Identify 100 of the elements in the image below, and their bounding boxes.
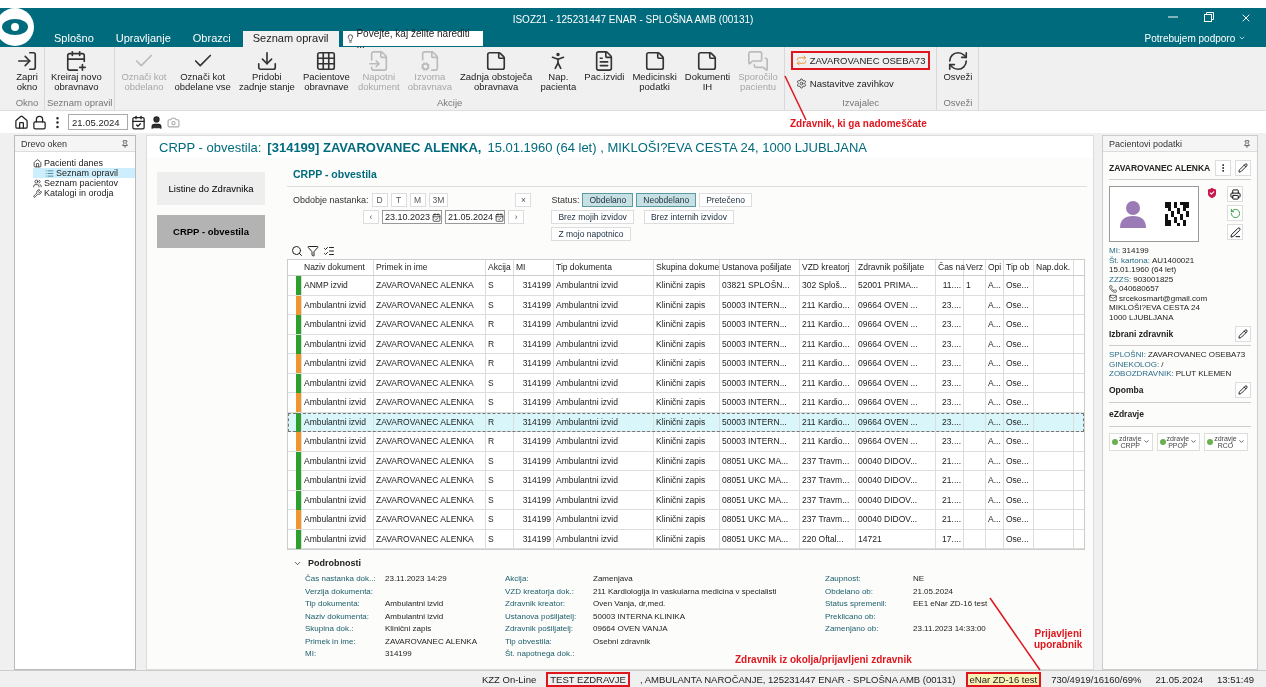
table-row[interactable]: Ambulantni izvid ZAVAROVANEC ALENKA R 314199 Ambulantni izvid Klinični zapis 50003 INTERN... 211 Kardio... 09664 OVEN ... 23.... A... Ose... [288,334,1084,354]
table-cell: S [486,451,514,471]
detail-value: Oven Vanja, dr,med. [593,599,667,610]
ribbon-button[interactable]: Pacientove obravnave [298,47,354,97]
ribbon-button[interactable]: Zadnja obstoječa obravnava [456,47,537,97]
ribbon-button[interactable]: Medicinski podatki [628,47,681,97]
column-header[interactable]: Nap.dok. [1034,260,1074,275]
table-cell: Ambulantni izvid [554,315,654,334]
table-row[interactable]: Ambulantni izvid ZAVAROVANEC ALENKA S 314199 Ambulantni izvid Klinični zapis 50003 INTERN... 211 Kardio... 09664 OVEN ... 23.... A... Ose... [288,373,1084,393]
support-menu[interactable]: Potrebujem podporo [1144,33,1246,44]
column-header[interactable]: Čas na [936,260,964,275]
table-cell: 09664 OVEN ... [856,334,936,354]
annotation-text: Prijavljeni uporabnik [1034,628,1083,650]
table-row[interactable]: Ambulantni izvid ZAVAROVANEC ALENKA S 314199 Ambulantni izvid Klinični zapis 50003 INTERN... 211 Kardio... 09664 OVEN ... 23.... A... Ose... [288,393,1084,413]
nav-button[interactable]: Listine do Zdravnika [157,172,265,205]
table-cell: Klinični zapis [654,529,720,549]
table-row[interactable]: Ambulantni izvid ZAVAROVANEC ALENKA S 314199 Ambulantni izvid Klinični zapis 50003 INTERN... 211 Kardio... 09664 OVEN ... 23.... A... Ose... [288,295,1084,315]
column-header[interactable]: MI [514,260,554,275]
column-header[interactable]: Tip dokumenta [554,260,654,275]
column-header[interactable]: Tip ob [1004,260,1034,275]
table-cell: Ose... [1004,451,1034,471]
table-cell: ZAVAROVANEC ALENKA [374,432,486,451]
table-row[interactable]: Ambulantni izvid ZAVAROVANEC ALENKA R 314199 Ambulantni izvid Klinični zapis 50003 INTERN... 211 Kardio... 09664 OVEN ... 23.... A... Ose... [288,315,1084,335]
table-row[interactable]: Ambulantni izvid ZAVAROVANEC ALENKA S 314199 Ambulantni izvid Klinični zapis 08051 UKC MA... 237 Travm... 00040 DIDOV... 21.... A... Ose... [288,510,1084,530]
table-cell: R [486,354,514,373]
table-cell: R [486,412,514,432]
table-row[interactable]: Ambulantni izvid ZAVAROVANEC ALENKA S 314199 Ambulantni izvid Klinični zapis 08051 UKC MA... 237 Travm... 00040 DIDOV... 21.... A... Ose... [288,471,1084,491]
ribbon-tab[interactable]: Splošno [44,31,104,47]
period-button[interactable]: 3M [428,193,449,207]
table-cell: Klinični zapis [654,451,720,471]
prev-button[interactable]: ‹ [363,210,379,224]
detail-label: VZD kreatorja dok.: [505,586,575,598]
table-cell: 314199 [514,471,554,490]
status-toggle[interactable]: Neobdelano [636,193,697,207]
period-button[interactable]: M [409,193,426,207]
date-field[interactable]: 23.10.2023 [382,210,443,224]
column-header[interactable]: Zdravnik pošiljate [856,260,936,275]
filter-toggle[interactable]: Z mojo napotnico [551,227,631,241]
table-row[interactable]: Ambulantni izvid ZAVAROVANEC ALENKA R 314199 Ambulantni izvid Klinični zapis 50003 INTERN... 211 Kardio... 09664 OVEN ... 23.... A... Ose... [288,354,1084,374]
table-cell: 211 Kardio... [800,412,856,432]
detail-value: 211 Kardiologija in vaskularna medicina v specialisti [593,586,778,598]
date-field[interactable]: 21.05.2024 [68,114,128,130]
table-cell: 211 Kardio... [800,334,856,354]
next-button[interactable]: › [508,210,525,224]
column-header[interactable]: Skupina dokume [654,260,720,275]
ribbon-button[interactable]: Nap. pacienta [536,47,581,97]
ribbon-button[interactable]: Nastavitve zavihkov [790,74,931,93]
filter-toggle[interactable]: Brez mojih izvidov [551,210,634,224]
table-row[interactable]: Ambulantni izvid ZAVAROVANEC ALENKA S 314199 Ambulantni izvid Klinični zapis 08051 UKC MA... 237 Travm... 00040 DIDOV... 21.... A... Ose... [288,451,1084,471]
column-header[interactable]: Verz [964,260,986,275]
column-header[interactable]: Opi [986,260,1004,275]
ribbon-tab[interactable]: Seznam opravil [242,31,339,47]
date-field[interactable]: 21.05.2024 [445,210,506,224]
tree-item[interactable]: Seznam opravil [33,168,135,178]
period-button[interactable]: T [390,193,407,207]
ribbon-tab[interactable]: Upravljanje [105,31,181,47]
period-button[interactable]: D [371,193,388,207]
table-row[interactable]: Ambulantni izvid ZAVAROVANEC ALENKA R 314199 Ambulantni izvid Klinični zapis 50003 INTERN... 211 Kardio... 09664 OVEN ... 23.... A... Ose... [288,432,1084,452]
column-header[interactable]: Akcija [486,260,514,275]
tree-item[interactable]: Pacienti danes [33,158,135,168]
ribbon-button[interactable]: Pridobi zadnje stanje [234,47,299,97]
search-field[interactable]: Povejte, kaj želite narediti ... [342,31,483,46]
tree-item[interactable]: Seznam pacientov [33,178,135,188]
ribbon-button[interactable]: Dokumenti IH [680,47,735,97]
nav-button[interactable]: CRPP - obvestila [157,215,265,248]
period-label: Obdobje nastanka: [293,195,369,205]
filter-toggle[interactable]: Brez internih izvidov [643,210,734,224]
table-row[interactable]: Ambulantni izvid ZAVAROVANEC ALENKA S 314199 Ambulantni izvid Klinični zapis 08051 UKC MA... 237 Travm... 00040 DIDOV... 21.... A... Ose... [288,490,1084,510]
ribbon-group-label: Akcije [435,97,464,110]
ribbon-button[interactable]: Označi kot obdelane vse [170,47,235,97]
status-toggle[interactable]: Pretečeno [699,193,752,207]
ribbon-tab[interactable]: Obrazci [182,31,241,47]
column-header[interactable]: Naziv dokument [302,260,374,275]
table-row[interactable]: Ambulantni izvid ZAVAROVANEC ALENKA S 314199 Ambulantni izvid Klinični zapis 08051 UKC MA... 220 Oftal... 14721 17.... Ose... [288,529,1084,549]
ribbon-button[interactable]: Zapri okno [12,47,42,97]
table-cell: Ambulantni izvid [302,490,374,510]
table-cell: 1 [964,276,986,295]
ribbon-button[interactable]: Kreiraj novo obravnavo [47,47,106,97]
table-row[interactable]: Ambulantni izvid ZAVAROVANEC ALENKA R 314199 Ambulantni izvid Klinični zapis 50003 INTERN... 211 Kardio... 09664 OVEN ... 23.... A... Ose... [288,412,1084,432]
tree-item[interactable]: Katalogi in orodja [33,188,135,198]
table-cell: 211 Kardio... [800,295,856,315]
table-cell: 23.... [936,412,964,432]
ribbon-button[interactable]: Osveži [939,47,977,97]
info-line: SPLOŠNI: ZAVAROVANEC OSEBA73 [1109,350,1247,360]
status-toggle[interactable]: Obdelano [582,193,634,207]
table-cell: Ose... [1004,393,1034,412]
column-header[interactable]: Primek in ime [374,260,486,275]
status-text: TEST EZDRAVJE [546,671,630,687]
tree-label: Seznam pacientov [44,178,119,188]
table-cell: Klinični zapis [654,315,720,334]
table-cell: S [486,529,514,549]
ribbon-group-label: Izvajalec [841,97,881,110]
table-cell: Ambulantni izvid [554,295,654,315]
column-header[interactable]: VZD kreatorj [800,260,856,275]
clear-button[interactable]: × [515,193,532,207]
table-cell: A... [986,393,1004,412]
column-header[interactable]: Ustanova pošiljate [720,260,800,275]
ribbon-button[interactable]: Pac.izvidi [580,47,629,97]
table-row[interactable]: ANMP izvid ZAVAROVANEC ALENKA S 314199 Ambulantni izvid Klinični zapis 03821 SPLOŠN... 302 Sploš... 52001 PRIMA... 11.... 1 A... Ose... [288,276,1084,296]
ribbon-button[interactable]: ZAVAROVANEC OSEBA73 [790,51,931,70]
